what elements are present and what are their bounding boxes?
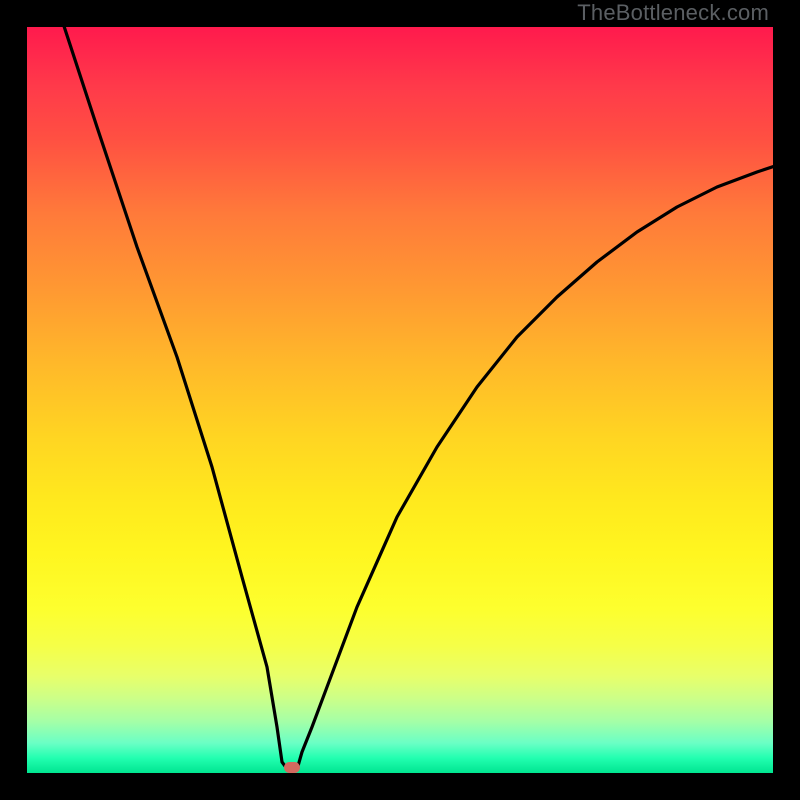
optimal-marker	[284, 762, 300, 773]
bottleneck-curve	[27, 27, 773, 773]
curve-path	[61, 17, 787, 766]
watermark-text: TheBottleneck.com	[577, 0, 769, 26]
